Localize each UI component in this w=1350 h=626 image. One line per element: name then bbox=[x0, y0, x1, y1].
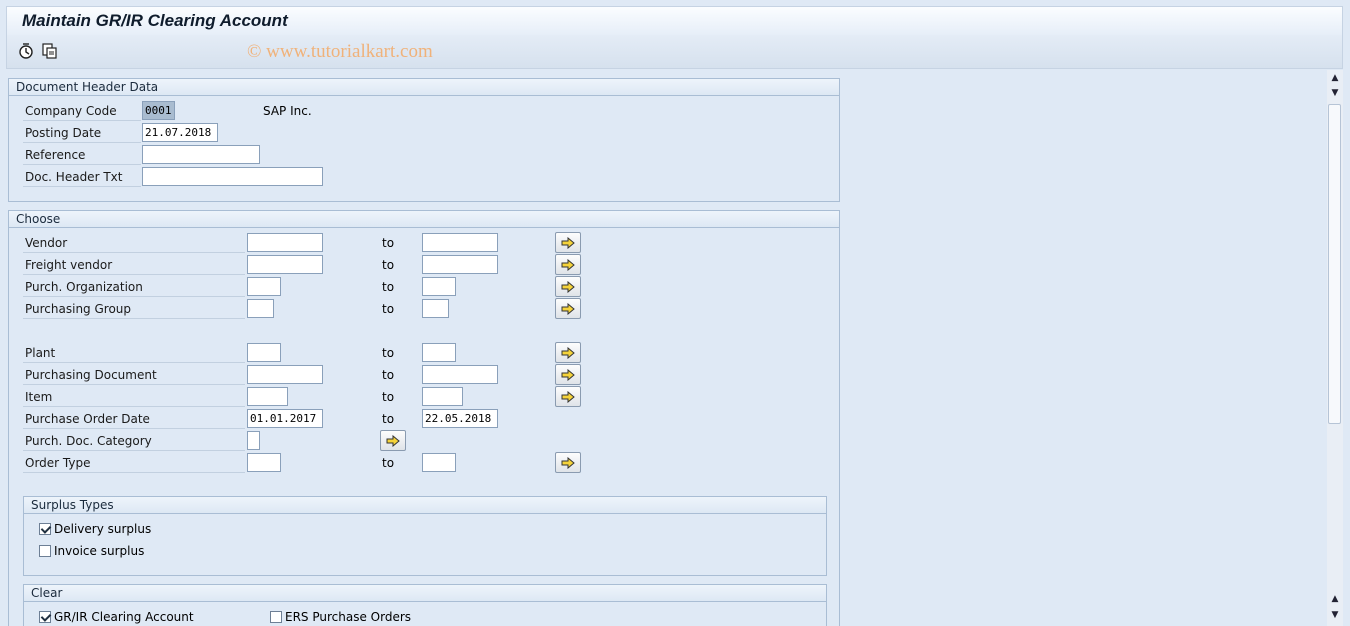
ers-purchase-orders-checkbox[interactable] bbox=[270, 611, 282, 623]
plant-label: Plant bbox=[23, 343, 245, 363]
to-label: to bbox=[382, 302, 395, 316]
purch-doc-category-label: Purch. Doc. Category bbox=[23, 431, 245, 451]
multiple-selection-button[interactable] bbox=[555, 386, 581, 407]
purchasing-document-to-field[interactable] bbox=[422, 365, 498, 384]
purchasing-group-label: Purchasing Group bbox=[23, 299, 245, 319]
to-label: to bbox=[382, 412, 395, 426]
document-header-group: Document Header Data Company Code 0001 S… bbox=[8, 78, 840, 202]
doc-header-txt-field[interactable] bbox=[142, 167, 323, 186]
watermark: © www.tutorialkart.com bbox=[247, 41, 433, 62]
purch-doc-category-field[interactable] bbox=[247, 431, 260, 450]
arrow-right-icon bbox=[561, 280, 575, 293]
delivery-surplus-label: Delivery surplus bbox=[54, 522, 152, 536]
reference-field[interactable] bbox=[142, 145, 260, 164]
multiple-selection-button[interactable] bbox=[555, 342, 581, 363]
to-label: to bbox=[382, 390, 395, 404]
item-from-field[interactable] bbox=[247, 387, 288, 406]
group-title: Surplus Types bbox=[24, 497, 826, 514]
group-title: Document Header Data bbox=[9, 79, 839, 96]
purchasing-document-label: Purchasing Document bbox=[23, 365, 245, 385]
company-name-text: SAP Inc. bbox=[263, 104, 312, 118]
application-toolbar: © www.tutorialkart.com bbox=[6, 35, 1343, 69]
scroll-down-icon[interactable]: ▼ bbox=[1330, 610, 1340, 620]
to-label: to bbox=[382, 346, 395, 360]
get-variant-icon[interactable] bbox=[40, 42, 58, 60]
arrow-right-icon bbox=[561, 390, 575, 403]
plant-from-field[interactable] bbox=[247, 343, 281, 362]
group-title: Choose bbox=[9, 211, 839, 228]
execute-icon[interactable] bbox=[17, 42, 35, 60]
to-label: to bbox=[382, 236, 395, 250]
invoice-surplus-checkbox[interactable] bbox=[39, 545, 51, 557]
purch-organization-to-field[interactable] bbox=[422, 277, 456, 296]
vertical-scrollbar[interactable]: ▲ ▼ ▲ ▼ bbox=[1327, 70, 1343, 626]
order-type-label: Order Type bbox=[23, 453, 245, 473]
vendor-label: Vendor bbox=[23, 233, 245, 253]
purchase-order-date-label: Purchase Order Date bbox=[23, 409, 245, 429]
arrow-right-icon bbox=[561, 368, 575, 381]
arrow-right-icon bbox=[561, 302, 575, 315]
order-type-to-field[interactable] bbox=[422, 453, 456, 472]
arrow-right-icon bbox=[561, 236, 575, 249]
arrow-right-icon bbox=[561, 258, 575, 271]
freight-vendor-from-field[interactable] bbox=[247, 255, 323, 274]
scroll-up-icon[interactable]: ▲ bbox=[1330, 73, 1340, 83]
grir-clearing-account-checkbox[interactable] bbox=[39, 611, 51, 623]
page-title: Maintain GR/IR Clearing Account bbox=[22, 11, 288, 30]
purch-organization-from-field[interactable] bbox=[247, 277, 281, 296]
title-bar: Maintain GR/IR Clearing Account bbox=[6, 6, 1343, 35]
company-code-field[interactable]: 0001 bbox=[142, 101, 175, 120]
multiple-selection-button[interactable] bbox=[555, 364, 581, 385]
freight-vendor-to-field[interactable] bbox=[422, 255, 498, 274]
purchasing-group-from-field[interactable] bbox=[247, 299, 274, 318]
to-label: to bbox=[382, 258, 395, 272]
arrow-right-icon bbox=[561, 456, 575, 469]
group-title: Clear bbox=[24, 585, 826, 602]
grir-clearing-account-label: GR/IR Clearing Account bbox=[54, 610, 194, 624]
delivery-surplus-checkbox[interactable] bbox=[39, 523, 51, 535]
purchasing-group-to-field[interactable] bbox=[422, 299, 449, 318]
page-down-icon[interactable]: ▲ bbox=[1330, 594, 1340, 604]
reference-label: Reference bbox=[23, 145, 141, 165]
freight-vendor-label: Freight vendor bbox=[23, 255, 245, 275]
page-up-icon[interactable]: ▼ bbox=[1330, 88, 1340, 98]
scrollbar-thumb[interactable] bbox=[1328, 104, 1341, 424]
doc-header-txt-label: Doc. Header Txt bbox=[23, 167, 141, 187]
multiple-selection-button[interactable] bbox=[380, 430, 406, 451]
choose-group: Choose Vendor to Freight vendor to Purch… bbox=[8, 210, 840, 626]
order-type-from-field[interactable] bbox=[247, 453, 281, 472]
posting-date-field[interactable]: 21.07.2018 bbox=[142, 123, 218, 142]
item-to-field[interactable] bbox=[422, 387, 463, 406]
invoice-surplus-label: Invoice surplus bbox=[54, 544, 145, 558]
main-content: Document Header Data Company Code 0001 S… bbox=[0, 70, 1327, 626]
ers-purchase-orders-label: ERS Purchase Orders bbox=[285, 610, 412, 624]
arrow-right-icon bbox=[561, 346, 575, 359]
multiple-selection-button[interactable] bbox=[555, 452, 581, 473]
multiple-selection-button[interactable] bbox=[555, 254, 581, 275]
to-label: to bbox=[382, 280, 395, 294]
vendor-to-field[interactable] bbox=[422, 233, 498, 252]
purchase-order-date-to-field[interactable]: 22.05.2018 bbox=[422, 409, 498, 428]
multiple-selection-button[interactable] bbox=[555, 298, 581, 319]
to-label: to bbox=[382, 456, 395, 470]
posting-date-label: Posting Date bbox=[23, 123, 141, 143]
item-label: Item bbox=[23, 387, 245, 407]
company-code-label: Company Code bbox=[23, 101, 141, 121]
purch-organization-label: Purch. Organization bbox=[23, 277, 245, 297]
to-label: to bbox=[382, 368, 395, 382]
multiple-selection-button[interactable] bbox=[555, 276, 581, 297]
purchase-order-date-from-field[interactable]: 01.01.2017 bbox=[247, 409, 323, 428]
multiple-selection-button[interactable] bbox=[555, 232, 581, 253]
surplus-types-group: Surplus Types Delivery surplus Invoice s… bbox=[23, 496, 827, 576]
clear-group: Clear GR/IR Clearing Account ERS Purchas… bbox=[23, 584, 827, 626]
vendor-from-field[interactable] bbox=[247, 233, 323, 252]
arrow-right-icon bbox=[386, 434, 400, 447]
purchasing-document-from-field[interactable] bbox=[247, 365, 323, 384]
plant-to-field[interactable] bbox=[422, 343, 456, 362]
